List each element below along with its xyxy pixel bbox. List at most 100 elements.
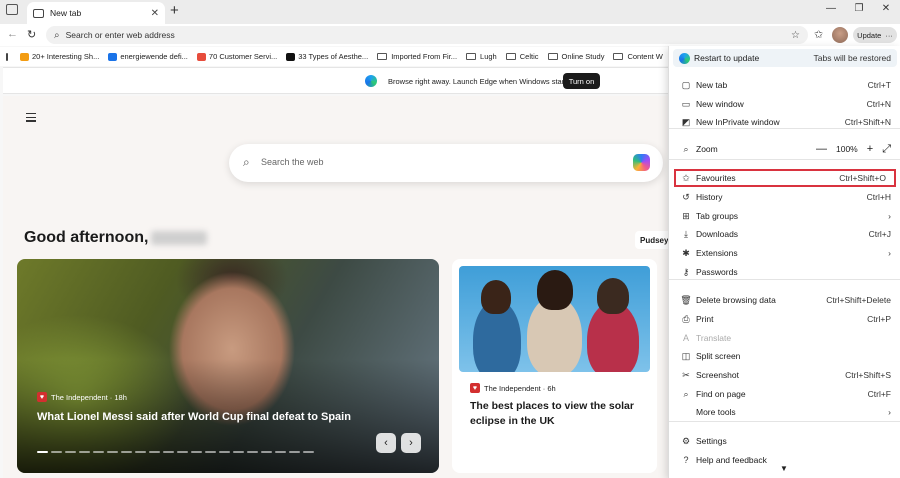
scroll-down-icon[interactable]: ▼ xyxy=(780,464,788,473)
z-site-icon xyxy=(286,52,296,61)
search-box[interactable]: ⌕ Search the web xyxy=(229,144,663,182)
favourite-item[interactable]: Online Study xyxy=(547,52,604,61)
news-headline[interactable]: The best places to view the solar eclips… xyxy=(470,399,650,429)
menu-item-label: History xyxy=(696,192,723,202)
restore-button[interactable]: ❐ xyxy=(850,3,868,14)
favourite-item[interactable]: 33 Types of Aesthe... xyxy=(286,52,368,61)
folder-icon xyxy=(466,53,477,60)
favourite-item[interactable]: Celtic xyxy=(505,52,539,61)
menu-item-favourites[interactable]: ✩ Favourites Ctrl+Shift+O xyxy=(674,169,896,187)
address-bar[interactable]: ⌕ Search or enter web address ☆ xyxy=(46,26,808,44)
inprivate-icon: ◩ xyxy=(681,116,691,127)
menu-item-zoom[interactable]: ⌕ Zoom — 100% + ⤢ xyxy=(669,140,900,158)
menu-item-translate[interactable]: A Translate xyxy=(669,329,900,347)
tab-strip: New tab ✕ + — ❐ ✕ xyxy=(0,0,900,24)
edge-logo-icon xyxy=(365,75,377,87)
favourites-icon: ✩ xyxy=(682,172,690,183)
print-icon: ⎙ xyxy=(682,313,690,324)
menu-item-label: Find on page xyxy=(696,389,746,399)
menu-item-split-screen[interactable]: ◫ Split screen xyxy=(669,347,900,365)
menu-item-find-on-page[interactable]: ⌕ Find on page Ctrl+F xyxy=(669,385,900,403)
new-tab-page: ⌕ Search the web Good afternoon, Pudsey … xyxy=(3,96,675,478)
menu-item-more-tools[interactable]: More tools › xyxy=(669,403,900,421)
extensions-icon: ✱ xyxy=(682,247,690,258)
address-placeholder: Search or enter web address xyxy=(65,30,175,40)
copilot-icon[interactable] xyxy=(633,154,650,171)
tabs-restored-note: Tabs will be restored xyxy=(813,53,891,63)
menu-item-shortcut: Ctrl+H xyxy=(866,192,891,202)
menu-item-new-window[interactable]: ▭ New window Ctrl+N xyxy=(669,95,900,113)
main-news-card[interactable]: ♥ The Independent · 18h What Lionel Mess… xyxy=(17,259,439,473)
restart-label: Restart to update xyxy=(694,53,760,63)
minimize-button[interactable]: — xyxy=(822,3,840,14)
avatar[interactable] xyxy=(832,27,848,43)
history-icon: ↺ xyxy=(682,191,690,202)
orange-site-icon xyxy=(20,52,29,61)
menu-item-shortcut: Ctrl+Shift+O xyxy=(839,173,886,183)
menu-item-delete-browsing-data[interactable]: 🗑 Delete browsing data Ctrl+Shift+Delete xyxy=(669,291,900,309)
menu-item-new-tab[interactable]: ▢ New tab Ctrl+T xyxy=(669,76,900,94)
menu-item-label: Translate xyxy=(696,333,732,343)
collections-icon[interactable] xyxy=(6,52,8,61)
tab-close-icon[interactable]: ✕ xyxy=(151,8,159,19)
zoom-controls: — 100% + ⤢ xyxy=(816,143,891,156)
favourite-item[interactable]: 70 Customer Servi... xyxy=(196,52,277,61)
star-icon[interactable]: ☆ xyxy=(791,30,800,41)
side-news-card[interactable]: ♥ The Independent · 6h The best places t… xyxy=(452,259,657,473)
menu-item-print[interactable]: ⎙ Print Ctrl+P xyxy=(669,310,900,328)
menu-item-history[interactable]: ↺ History Ctrl+H xyxy=(669,188,900,206)
menu-item-shortcut: Ctrl+J xyxy=(868,229,891,239)
favourite-item[interactable]: energiewende defi... xyxy=(108,52,188,61)
update-button[interactable]: Update ··· xyxy=(853,27,897,43)
menu-icon[interactable] xyxy=(26,113,36,124)
favourite-item[interactable]: Lugh xyxy=(466,52,497,61)
toolbar: ← ↻ ⌕ Search or enter web address ☆ ✩ Up… xyxy=(0,24,900,46)
favourite-item[interactable]: Content W xyxy=(613,52,663,61)
close-window-button[interactable]: ✕ xyxy=(877,3,895,14)
tab-new-tab[interactable]: New tab ✕ xyxy=(27,2,165,24)
zoom-out-button[interactable]: — xyxy=(816,143,827,155)
new-window-icon: ▭ xyxy=(681,98,691,109)
back-icon[interactable]: ← xyxy=(7,28,18,40)
search-icon: ⌕ xyxy=(54,29,60,41)
menu-item-label: Help and feedback xyxy=(696,455,767,465)
new-tab-button[interactable]: + xyxy=(170,2,179,19)
search-icon xyxy=(108,52,118,61)
folder-icon xyxy=(547,53,558,60)
news-source: ♥ The Independent · 18h xyxy=(37,392,127,402)
help-icon: ? xyxy=(683,455,689,465)
menu-item-tab-groups[interactable]: ⊞ Tab groups › xyxy=(669,207,900,225)
menu-item-settings[interactable]: ⚙ Settings xyxy=(669,432,900,450)
favourites-icon[interactable]: ✩ xyxy=(814,28,823,41)
delete-icon: 🗑 xyxy=(680,294,692,305)
turn-on-button[interactable]: Turn on xyxy=(563,73,600,89)
favourite-item[interactable]: 20+ Interesting Sh... xyxy=(20,52,99,61)
favourite-item[interactable]: Imported From Fir... xyxy=(377,52,457,61)
menu-item-screenshot[interactable]: ✂ Screenshot Ctrl+Shift+S xyxy=(669,366,900,384)
restart-to-update-item[interactable]: Restart to update Tabs will be restored xyxy=(673,49,897,67)
menu-item-label: Extensions xyxy=(696,248,738,258)
menu-item-downloads[interactable]: ⤓ Downloads Ctrl+J xyxy=(669,225,900,243)
next-arrow-button[interactable]: › xyxy=(401,433,421,453)
tab-groups-icon: ⊞ xyxy=(682,210,690,221)
settings-icon: ⚙ xyxy=(681,435,691,446)
menu-item-shortcut: Ctrl+N xyxy=(866,99,891,109)
menu-separator xyxy=(669,421,900,422)
menu-item-new-inprivate-window[interactable]: ◩ New InPrivate window Ctrl+Shift+N xyxy=(669,113,900,131)
menu-item-passwords[interactable]: ⚷ Passwords xyxy=(669,263,900,281)
menu-item-label: New window xyxy=(696,99,744,109)
prev-arrow-button[interactable]: ‹ xyxy=(376,433,396,453)
tab-actions-icon[interactable] xyxy=(6,4,18,15)
passwords-icon: ⚷ xyxy=(682,266,690,277)
news-headline[interactable]: What Lionel Messi said after World Cup f… xyxy=(37,409,357,425)
menu-item-label: Screenshot xyxy=(696,370,739,380)
more-icon: ··· xyxy=(885,30,893,40)
menu-item-extensions[interactable]: ✱ Extensions › xyxy=(669,244,900,262)
refresh-icon[interactable]: ↻ xyxy=(27,28,36,41)
zoom-in-button[interactable]: + xyxy=(867,143,873,155)
menu-item-shortcut: › xyxy=(888,407,891,417)
menu-item-label: New tab xyxy=(696,80,728,90)
find-icon: ⌕ xyxy=(683,388,689,399)
fullscreen-icon[interactable]: ⤢ xyxy=(882,143,891,156)
translate-icon: A xyxy=(682,333,689,343)
